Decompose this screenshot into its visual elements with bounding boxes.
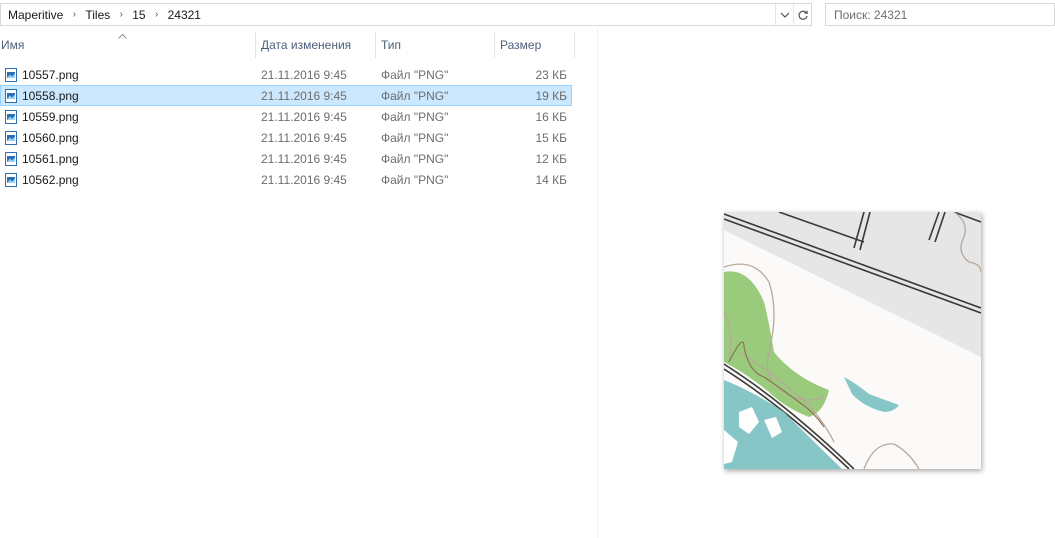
file-type: Файл "PNG": [381, 130, 449, 145]
column-header-type[interactable]: Тип: [376, 32, 495, 58]
breadcrumb-item-24321[interactable]: 24321: [164, 4, 205, 25]
file-row[interactable]: 10558.png 21.11.2016 9:45 Файл "PNG" 19 …: [0, 85, 572, 106]
file-name: 10561.png: [22, 151, 79, 166]
file-list: 10557.png 21.11.2016 9:45 Файл "PNG" 23 …: [0, 64, 572, 190]
file-row[interactable]: 10559.png 21.11.2016 9:45 Файл "PNG" 16 …: [0, 106, 572, 127]
file-size: 12 КБ: [535, 151, 567, 166]
file-name-cell: 10562.png: [1, 172, 257, 187]
file-size: 19 КБ: [535, 88, 567, 103]
breadcrumb-separator-icon[interactable]: ›: [150, 9, 164, 20]
file-size: 16 КБ: [535, 109, 567, 124]
preview-pane-divider[interactable]: [597, 28, 598, 538]
preview-map-tile: [724, 212, 981, 469]
file-date: 21.11.2016 9:45: [261, 109, 347, 124]
png-image-file-icon: [4, 67, 17, 82]
refresh-button[interactable]: [793, 4, 811, 25]
breadcrumb-separator-icon[interactable]: ›: [67, 9, 81, 20]
png-image-file-icon: [4, 172, 17, 187]
column-header-name[interactable]: Имя: [0, 32, 256, 58]
png-image-file-icon: [4, 130, 17, 145]
file-name: 10560.png: [22, 130, 79, 145]
breadcrumb-item-15[interactable]: 15: [128, 4, 149, 25]
file-type: Файл "PNG": [381, 88, 449, 103]
file-name: 10559.png: [22, 109, 79, 124]
address-history-button[interactable]: [775, 4, 793, 25]
file-name-cell: 10559.png: [1, 109, 257, 124]
column-header-date[interactable]: Дата изменения: [256, 32, 376, 58]
png-image-file-icon: [4, 88, 17, 103]
refresh-icon: [797, 9, 809, 21]
file-row[interactable]: 10562.png 21.11.2016 9:45 Файл "PNG" 14 …: [0, 169, 572, 190]
search-input[interactable]: [834, 7, 1054, 22]
column-header-label: Тип: [381, 38, 402, 52]
file-row[interactable]: 10561.png 21.11.2016 9:45 Файл "PNG" 12 …: [0, 148, 572, 169]
file-date: 21.11.2016 9:45: [261, 67, 347, 82]
column-headers: Имя Дата изменения Тип Размер: [0, 32, 575, 58]
file-size: 14 КБ: [535, 172, 567, 187]
column-header-label: Дата изменения: [261, 38, 352, 52]
map-tile-image: [724, 212, 981, 469]
file-name-cell: 10561.png: [1, 151, 257, 166]
address-bar[interactable]: Maperitive › Tiles › 15 › 24321: [0, 3, 812, 26]
file-type: Файл "PNG": [381, 151, 449, 166]
file-row[interactable]: 10560.png 21.11.2016 9:45 Файл "PNG" 15 …: [0, 127, 572, 148]
chevron-down-icon: [780, 12, 790, 18]
png-image-file-icon: [4, 151, 17, 166]
file-name-cell: 10560.png: [1, 130, 257, 145]
file-size: 23 КБ: [535, 67, 567, 82]
file-date: 21.11.2016 9:45: [261, 172, 347, 187]
file-row[interactable]: 10557.png 21.11.2016 9:45 Файл "PNG" 23 …: [0, 64, 572, 85]
search-box[interactable]: [825, 3, 1055, 26]
column-header-size[interactable]: Размер: [495, 32, 575, 58]
file-size: 15 КБ: [535, 130, 567, 145]
breadcrumb-item-maperitive[interactable]: Maperitive: [4, 4, 67, 25]
file-type: Файл "PNG": [381, 67, 449, 82]
file-name-cell: 10557.png: [1, 67, 257, 82]
breadcrumb: Maperitive › Tiles › 15 › 24321: [1, 4, 775, 25]
file-date: 21.11.2016 9:45: [261, 88, 347, 103]
file-name-cell: 10558.png: [1, 88, 257, 103]
file-date: 21.11.2016 9:45: [261, 130, 347, 145]
column-header-label: Имя: [1, 38, 25, 52]
file-name: 10557.png: [22, 67, 79, 82]
sort-ascending-icon: [118, 31, 127, 41]
file-date: 21.11.2016 9:45: [261, 151, 347, 166]
file-type: Файл "PNG": [381, 172, 449, 187]
file-name: 10562.png: [22, 172, 79, 187]
file-name: 10558.png: [22, 88, 79, 103]
breadcrumb-item-tiles[interactable]: Tiles: [81, 4, 114, 25]
file-type: Файл "PNG": [381, 109, 449, 124]
column-header-label: Размер: [500, 38, 542, 52]
breadcrumb-separator-icon[interactable]: ›: [114, 9, 128, 20]
png-image-file-icon: [4, 109, 17, 124]
